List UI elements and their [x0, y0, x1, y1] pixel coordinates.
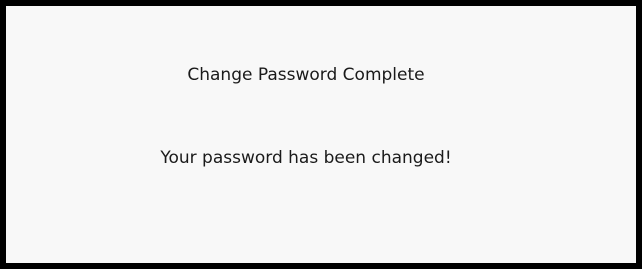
- password-change-dialog: Change Password Complete Your password h…: [0, 0, 642, 269]
- dialog-title: Change Password Complete: [187, 65, 425, 85]
- confirmation-message: Your password has been changed!: [160, 148, 452, 168]
